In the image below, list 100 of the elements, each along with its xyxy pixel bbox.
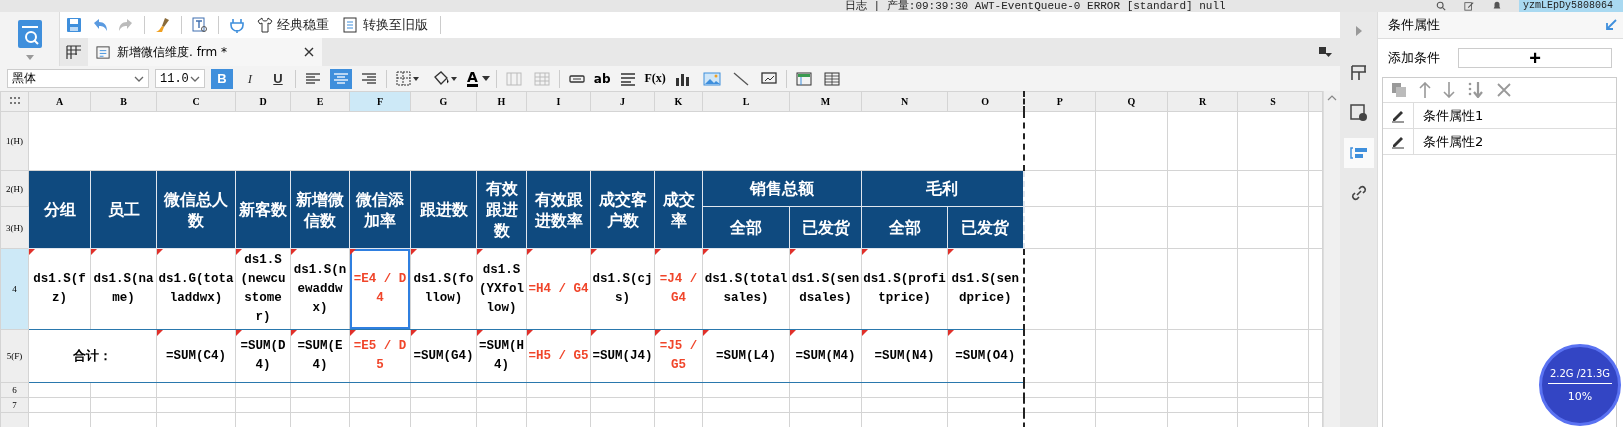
pencil-icon[interactable] xyxy=(1391,134,1405,149)
delete-icon[interactable] xyxy=(1497,83,1511,97)
expand-icon[interactable] xyxy=(1355,26,1362,36)
select-all-icon[interactable] xyxy=(9,97,20,105)
pencil-icon[interactable] xyxy=(1391,108,1405,123)
formula-cell[interactable]: ds1.S(cjs) xyxy=(591,249,654,329)
close-icon[interactable] xyxy=(304,47,314,57)
align-center-button[interactable] xyxy=(330,68,352,89)
column-header[interactable]: C xyxy=(156,91,236,112)
line-icon[interactable] xyxy=(732,71,749,86)
formula-cell[interactable]: =J5 / G5 xyxy=(655,330,702,382)
italic-button[interactable]: I xyxy=(239,68,261,89)
file-tab[interactable]: 新增微信维度. frm * xyxy=(88,38,322,66)
bar-chart-icon[interactable] xyxy=(674,71,691,86)
plug-icon[interactable] xyxy=(229,17,245,33)
brush-icon[interactable] xyxy=(155,17,171,33)
formula-cell[interactable]: ds1.S(name) xyxy=(91,249,156,329)
move-bottom-icon[interactable] xyxy=(1467,82,1485,98)
column-header[interactable]: A xyxy=(28,91,91,112)
row-header[interactable]: 3(H) xyxy=(0,206,29,249)
column-header[interactable]: N xyxy=(861,91,948,112)
formula-cell[interactable]: ds1.S(fz) xyxy=(29,249,90,329)
row-header[interactable]: 4 xyxy=(0,248,29,330)
condition-tab[interactable] xyxy=(1343,138,1374,168)
bell-icon[interactable] xyxy=(1491,1,1503,11)
save-icon[interactable] xyxy=(66,17,82,33)
formula-cell[interactable]: ds1.S(newcustomer) xyxy=(236,249,290,329)
formula-cell[interactable]: ds1.S(sendsales) xyxy=(790,249,861,329)
formula-cell[interactable]: =H4 / G4 xyxy=(527,249,590,329)
formula-cell[interactable]: =SUM(E4) xyxy=(291,330,349,382)
column-header[interactable]: O xyxy=(947,91,1024,112)
dropdown-icon[interactable] xyxy=(1318,46,1332,58)
formula-cell[interactable]: =SUM(H4) xyxy=(477,330,526,382)
paragraph-icon[interactable] xyxy=(619,71,636,86)
underline-button[interactable]: U xyxy=(267,68,289,89)
formula-cell[interactable]: =SUM(G4) xyxy=(411,330,476,382)
caret-icon[interactable] xyxy=(25,54,34,60)
row-header[interactable]: 2(H) xyxy=(0,170,29,207)
column-header[interactable]: R xyxy=(1167,91,1238,112)
column-header[interactable]: Q xyxy=(1095,91,1168,112)
column-header[interactable]: I xyxy=(526,91,591,112)
chart-form-icon[interactable] xyxy=(760,71,777,86)
formula-cell[interactable]: ds1.S(newaddwx) xyxy=(291,249,349,329)
formula-cell[interactable]: =H5 / G5 xyxy=(527,330,590,382)
formula-cell[interactable]: ds1.G(totaladdwx) xyxy=(157,249,235,329)
formula-cell[interactable]: =SUM(O4) xyxy=(948,330,1022,382)
font-select[interactable]: 黑体 xyxy=(7,69,149,88)
formula-cell[interactable]: =SUM(C4) xyxy=(157,330,235,382)
move-up-icon[interactable] xyxy=(1419,82,1431,98)
report-icon[interactable] xyxy=(16,18,43,49)
formula-cell[interactable]: =SUM(J4) xyxy=(591,330,654,382)
formula-cell[interactable]: ds1.S(follow) xyxy=(411,249,476,329)
column-header[interactable]: L xyxy=(702,91,790,112)
formula-cell[interactable]: =E5 / D5 xyxy=(350,330,410,382)
formula-cell[interactable]: =E4 / D4 xyxy=(350,249,410,329)
grid-icon[interactable] xyxy=(66,44,82,60)
columns-icon[interactable] xyxy=(823,71,840,86)
formula-cell[interactable]: =SUM(M4) xyxy=(790,330,861,382)
font-color-button[interactable]: A xyxy=(467,70,490,87)
text-search-icon[interactable] xyxy=(192,17,208,33)
condition-item[interactable]: 条件属性1 xyxy=(1414,106,1484,125)
copy-icon[interactable] xyxy=(1391,82,1407,98)
add-button[interactable]: + xyxy=(1458,48,1612,68)
formula-cell[interactable]: =J4 / G4 xyxy=(655,249,702,329)
row-header[interactable]: 1(H) xyxy=(0,111,29,171)
layout-icon[interactable] xyxy=(795,71,812,86)
column-header[interactable]: P xyxy=(1023,91,1096,112)
formula-cell[interactable]: ds1.S(profitprice) xyxy=(862,249,947,329)
condition-item[interactable]: 条件属性2 xyxy=(1414,132,1484,151)
convert-button[interactable]: 转换至旧版 xyxy=(341,16,430,34)
edit-icon[interactable] xyxy=(1463,1,1475,11)
fill-color-icon[interactable] xyxy=(432,70,458,87)
formula-cell[interactable]: =SUM(D4) xyxy=(236,330,290,382)
text-tool[interactable]: ab xyxy=(593,71,611,86)
scrollbar[interactable] xyxy=(1323,91,1340,427)
collapse-arrow-icon[interactable] xyxy=(1605,19,1617,31)
formula-cell[interactable]: ds1.S(totalsales) xyxy=(703,249,789,329)
text-field-icon[interactable] xyxy=(568,73,585,84)
column-header[interactable]: K xyxy=(654,91,703,112)
size-select[interactable]: 11.0 xyxy=(155,69,205,88)
image-icon[interactable] xyxy=(702,71,721,86)
move-down-icon[interactable] xyxy=(1443,82,1455,98)
column-header[interactable]: J xyxy=(590,91,655,112)
formula-cell[interactable]: ds1.S(sendprice) xyxy=(948,249,1022,329)
scroll-up-icon[interactable] xyxy=(1327,95,1337,101)
formula-cell[interactable]: ds1.S(YXfollow) xyxy=(477,249,526,329)
column-header[interactable]: M xyxy=(789,91,862,112)
formula-cell[interactable]: =SUM(N4) xyxy=(862,330,947,382)
user-name[interactable]: yzmLEpDy5808064 xyxy=(1519,0,1623,12)
column-header[interactable]: S xyxy=(1237,91,1309,112)
column-header[interactable]: E xyxy=(290,91,350,112)
column-header[interactable]: D xyxy=(235,91,291,112)
border-icon[interactable] xyxy=(396,70,420,87)
row-header[interactable]: 5(F) xyxy=(0,329,29,383)
column-header[interactable]: B xyxy=(90,91,157,112)
theme-button[interactable]: 经典稳重 xyxy=(255,16,331,34)
search-icon[interactable] xyxy=(1435,1,1447,11)
undo-icon[interactable] xyxy=(92,17,108,33)
column-header[interactable]: H xyxy=(476,91,527,112)
formula-tool[interactable]: F(x) xyxy=(644,71,666,86)
